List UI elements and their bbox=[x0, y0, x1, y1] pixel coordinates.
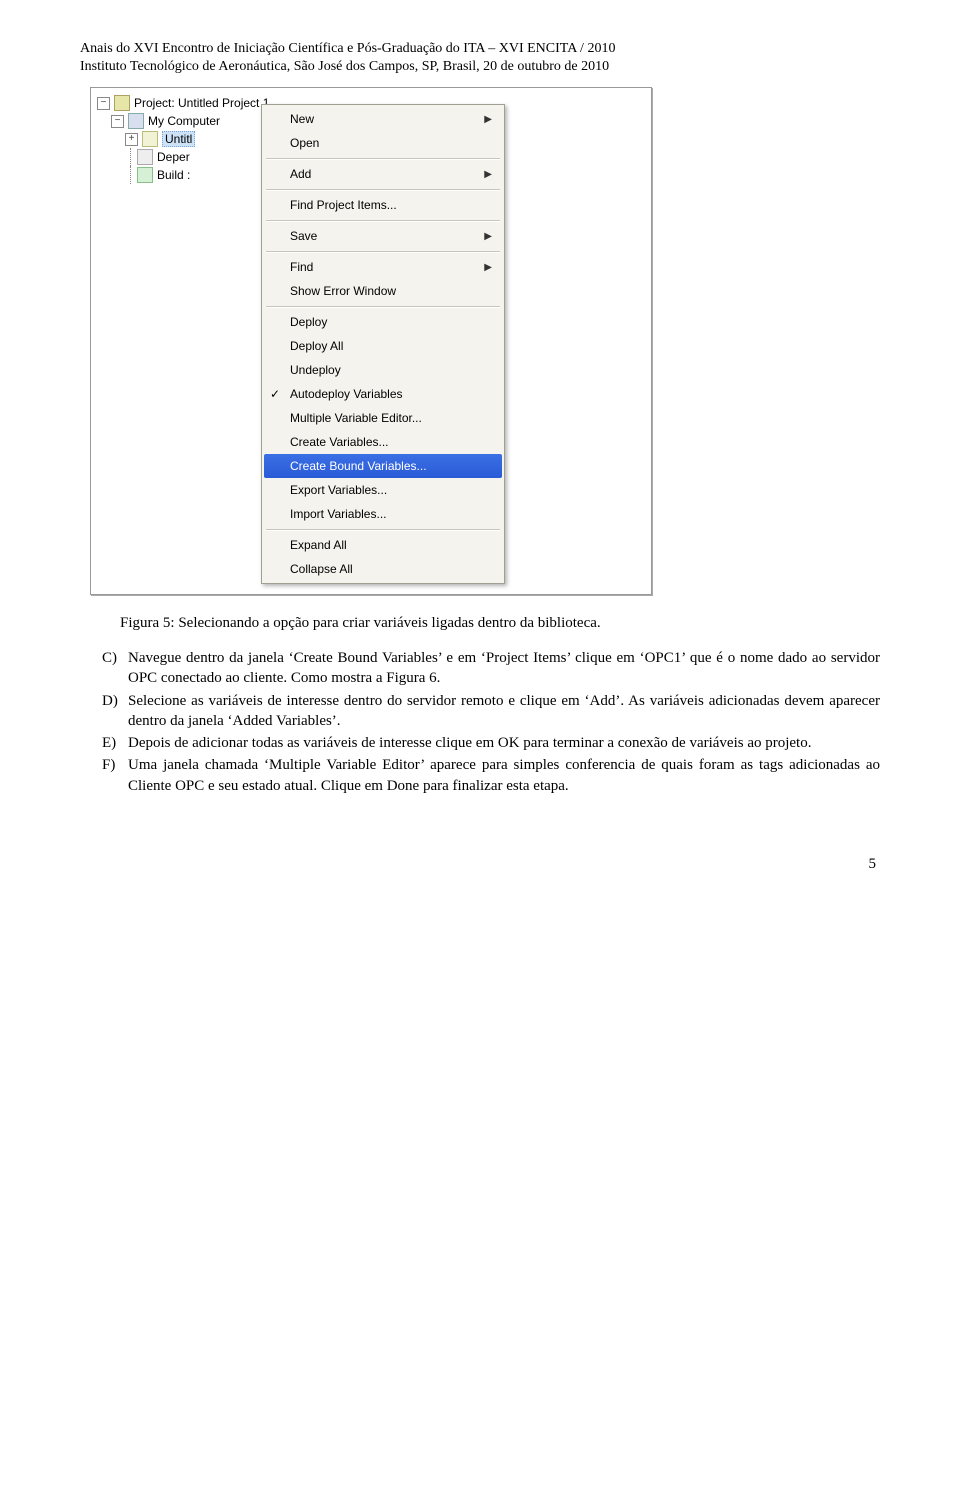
menu-label: Deploy bbox=[290, 315, 327, 329]
list-marker: F) bbox=[102, 755, 128, 796]
menu-find-project-items[interactable]: Find Project Items... bbox=[264, 193, 502, 217]
menu-autodeploy-variables[interactable]: ✓ Autodeploy Variables bbox=[264, 382, 502, 406]
submenu-arrow-icon: ▶ bbox=[484, 231, 492, 242]
computer-icon bbox=[128, 113, 144, 129]
submenu-arrow-icon: ▶ bbox=[484, 262, 492, 273]
list-item: C) Navegue dentro da janela ‘Create Boun… bbox=[102, 648, 880, 689]
tree-connector bbox=[125, 166, 137, 184]
project-icon bbox=[114, 95, 130, 111]
menu-create-bound-variables[interactable]: Create Bound Variables... bbox=[264, 454, 502, 478]
menu-new[interactable]: New ▶ bbox=[264, 107, 502, 131]
menu-label: Save bbox=[290, 229, 317, 243]
running-header: Anais do XVI Encontro de Iniciação Cient… bbox=[80, 40, 880, 75]
menu-create-variables[interactable]: Create Variables... bbox=[264, 430, 502, 454]
page: Anais do XVI Encontro de Iniciação Cient… bbox=[0, 0, 960, 913]
menu-find[interactable]: Find ▶ bbox=[264, 255, 502, 279]
menu-label: New bbox=[290, 112, 314, 126]
menu-label: Find bbox=[290, 260, 313, 274]
collapse-icon[interactable]: − bbox=[111, 115, 124, 128]
module-icon bbox=[142, 131, 158, 147]
menu-separator bbox=[266, 306, 500, 307]
menu-label: Export Variables... bbox=[290, 483, 387, 497]
menu-deploy[interactable]: Deploy bbox=[264, 310, 502, 334]
menu-save[interactable]: Save ▶ bbox=[264, 224, 502, 248]
menu-label: Find Project Items... bbox=[290, 198, 397, 212]
ordered-list: C) Navegue dentro da janela ‘Create Boun… bbox=[102, 648, 880, 796]
dependencies-icon bbox=[137, 149, 153, 165]
tree-label-build: Build : bbox=[157, 168, 190, 182]
menu-expand-all[interactable]: Expand All bbox=[264, 533, 502, 557]
menu-label: Collapse All bbox=[290, 562, 353, 576]
tree-label-deps: Deper bbox=[157, 150, 190, 164]
list-item: D) Selecione as variáveis de interesse d… bbox=[102, 691, 880, 732]
menu-collapse-all[interactable]: Collapse All bbox=[264, 557, 502, 581]
menu-label: Open bbox=[290, 136, 319, 150]
menu-separator bbox=[266, 529, 500, 530]
check-icon: ✓ bbox=[270, 387, 280, 401]
menu-show-error-window[interactable]: Show Error Window bbox=[264, 279, 502, 303]
list-item: F) Uma janela chamada ‘Multiple Variable… bbox=[102, 755, 880, 796]
menu-add[interactable]: Add ▶ bbox=[264, 162, 502, 186]
page-number: 5 bbox=[80, 856, 880, 873]
menu-label: Create Variables... bbox=[290, 435, 389, 449]
build-icon bbox=[137, 167, 153, 183]
menu-label: Import Variables... bbox=[290, 507, 386, 521]
context-menu: New ▶ Open Add ▶ Find Project Items... S… bbox=[261, 104, 505, 584]
figure-5-screenshot: − Project: Untitled Project 1 − My Compu… bbox=[90, 87, 880, 595]
list-marker: D) bbox=[102, 691, 128, 732]
menu-label: Add bbox=[290, 167, 311, 181]
menu-label: Show Error Window bbox=[290, 284, 396, 298]
tree-label-project: Project: Untitled Project 1 bbox=[134, 96, 269, 110]
menu-undeploy[interactable]: Undeploy bbox=[264, 358, 502, 382]
menu-label: Autodeploy Variables bbox=[290, 387, 403, 401]
menu-open[interactable]: Open bbox=[264, 131, 502, 155]
expand-icon[interactable]: + bbox=[125, 133, 138, 146]
menu-multiple-variable-editor[interactable]: Multiple Variable Editor... bbox=[264, 406, 502, 430]
list-marker: E) bbox=[102, 733, 128, 753]
header-line-1: Anais do XVI Encontro de Iniciação Cient… bbox=[80, 40, 880, 58]
body-text: C) Navegue dentro da janela ‘Create Boun… bbox=[80, 648, 880, 796]
menu-label: Expand All bbox=[290, 538, 347, 552]
tree-label-computer: My Computer bbox=[148, 114, 220, 128]
list-text: Selecione as variáveis de interesse dent… bbox=[128, 691, 880, 732]
menu-separator bbox=[266, 251, 500, 252]
tree-label-untitled: Untitl bbox=[162, 131, 195, 147]
menu-export-variables[interactable]: Export Variables... bbox=[264, 478, 502, 502]
submenu-arrow-icon: ▶ bbox=[484, 114, 492, 125]
menu-label: Multiple Variable Editor... bbox=[290, 411, 422, 425]
menu-import-variables[interactable]: Import Variables... bbox=[264, 502, 502, 526]
tree-connector bbox=[125, 148, 137, 166]
list-text: Depois de adicionar todas as variáveis d… bbox=[128, 733, 880, 753]
list-text: Navegue dentro da janela ‘Create Bound V… bbox=[128, 648, 880, 689]
menu-separator bbox=[266, 158, 500, 159]
header-line-2: Instituto Tecnológico de Aeronáutica, Sã… bbox=[80, 58, 880, 76]
list-text: Uma janela chamada ‘Multiple Variable Ed… bbox=[128, 755, 880, 796]
list-marker: C) bbox=[102, 648, 128, 689]
menu-deploy-all[interactable]: Deploy All bbox=[264, 334, 502, 358]
menu-separator bbox=[266, 189, 500, 190]
collapse-icon[interactable]: − bbox=[97, 97, 110, 110]
menu-label: Create Bound Variables... bbox=[290, 459, 427, 473]
figure-caption: Figura 5: Selecionando a opção para cria… bbox=[120, 615, 840, 632]
project-explorer-window: − Project: Untitled Project 1 − My Compu… bbox=[90, 87, 652, 595]
submenu-arrow-icon: ▶ bbox=[484, 169, 492, 180]
list-item: E) Depois de adicionar todas as variávei… bbox=[102, 733, 880, 753]
menu-separator bbox=[266, 220, 500, 221]
menu-label: Undeploy bbox=[290, 363, 341, 377]
menu-label: Deploy All bbox=[290, 339, 343, 353]
